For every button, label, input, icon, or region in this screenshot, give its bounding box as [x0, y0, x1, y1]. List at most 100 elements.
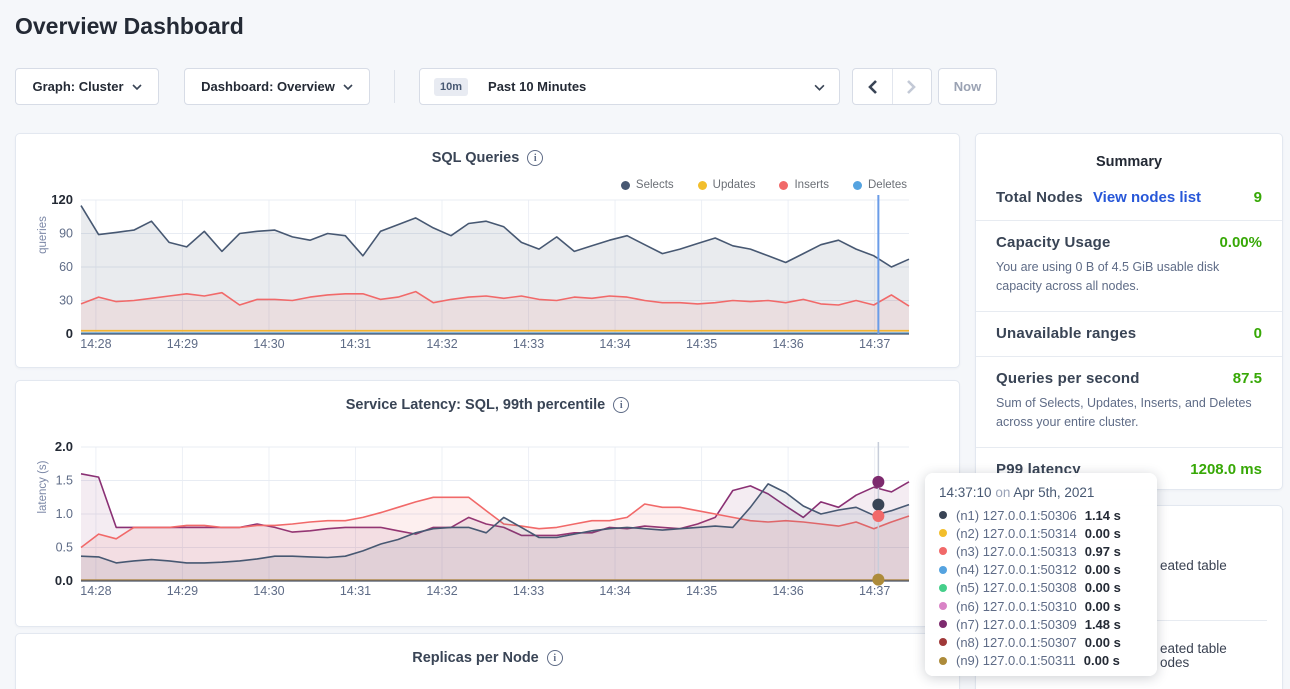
svg-text:14:31: 14:31: [340, 337, 371, 351]
total-nodes-label: Total Nodes: [996, 189, 1083, 206]
svg-text:14:37: 14:37: [859, 584, 890, 598]
legend-color-dot: [853, 181, 862, 190]
svg-text:14:35: 14:35: [686, 337, 717, 351]
chevron-down-icon: [132, 84, 142, 90]
event-item-fragment: eated table: [1160, 641, 1227, 656]
node-latency-value: 1.14 s: [1085, 508, 1121, 523]
node-latency-value: 0.00 s: [1085, 580, 1121, 595]
svg-text:14:33: 14:33: [513, 584, 544, 598]
node-address: (n9) 127.0.0.1:50311: [956, 653, 1076, 668]
node-color-dot: [939, 620, 947, 628]
svg-text:14:29: 14:29: [167, 337, 198, 351]
prev-time-button[interactable]: [853, 69, 893, 104]
dashboard-dropdown[interactable]: Dashboard: Overview: [184, 68, 370, 105]
capacity-description: You are using 0 B of 4.5 GiB usable disk…: [996, 258, 1262, 297]
node-color-dot: [939, 602, 947, 610]
node-latency-value: 0.00 s: [1085, 562, 1121, 577]
qps-value: 87.5: [1233, 370, 1262, 387]
summary-title: Summary: [976, 134, 1282, 176]
tooltip-node-row: (n1) 127.0.0.1:50306 1.14 s: [939, 506, 1143, 524]
tooltip-node-row: (n4) 127.0.0.1:50312 0.00 s: [939, 561, 1143, 579]
legend-item: Inserts: [779, 179, 829, 191]
y-axis-unit-label: queries: [37, 190, 49, 280]
summary-row-unavailable: Unavailable ranges 0: [976, 312, 1282, 357]
tooltip-node-row: (n3) 127.0.0.1:50313 0.97 s: [939, 542, 1143, 560]
svg-text:30: 30: [59, 294, 73, 308]
legend-label: Inserts: [794, 179, 829, 191]
legend-color-dot: [621, 181, 630, 190]
next-time-button[interactable]: [893, 69, 932, 104]
graph-scope-dropdown[interactable]: Graph: Cluster: [15, 68, 159, 105]
svg-text:1.0: 1.0: [56, 507, 73, 521]
capacity-label: Capacity Usage: [996, 234, 1111, 251]
total-nodes-value: 9: [1254, 189, 1262, 206]
info-icon[interactable]: i: [527, 150, 543, 166]
info-icon[interactable]: i: [613, 397, 629, 413]
y-axis-unit-label: latency (s): [37, 442, 49, 532]
chevron-down-icon: [814, 84, 825, 91]
unavailable-ranges-value: 0: [1254, 325, 1262, 342]
legend-color-dot: [779, 181, 788, 190]
unavailable-ranges-label: Unavailable ranges: [996, 325, 1136, 342]
svg-text:1.5: 1.5: [56, 474, 73, 488]
info-icon[interactable]: i: [547, 650, 563, 666]
tooltip-node-list: (n1) 127.0.0.1:50306 1.14 s (n2) 127.0.0…: [939, 506, 1143, 670]
chevron-down-icon: [343, 84, 353, 90]
summary-row-capacity: Capacity Usage 0.00% You are using 0 B o…: [976, 221, 1282, 312]
legend-label: Selects: [636, 179, 674, 191]
tooltip-node-row: (n5) 127.0.0.1:50308 0.00 s: [939, 579, 1143, 597]
node-latency-value: 0.00 s: [1085, 526, 1121, 541]
node-color-dot: [939, 511, 947, 519]
range-label: Past 10 Minutes: [488, 79, 586, 94]
svg-text:14:32: 14:32: [426, 337, 457, 351]
legend-item: Updates: [698, 179, 756, 191]
node-address: (n4) 127.0.0.1:50312: [956, 562, 1077, 577]
node-latency-value: 0.97 s: [1085, 544, 1121, 559]
svg-text:14:30: 14:30: [253, 584, 284, 598]
legend-color-dot: [698, 181, 707, 190]
qps-description: Sum of Selects, Updates, Inserts, and De…: [996, 394, 1262, 433]
chart-hover-tooltip: 14:37:10 on Apr 5th, 2021 (n1) 127.0.0.1…: [925, 473, 1157, 676]
service-latency-card: Service Latency: SQL, 99th percentile i …: [15, 380, 960, 627]
summary-panel: Summary Total Nodes View nodes list 9 Ca…: [975, 133, 1283, 490]
tooltip-timestamp: 14:37:10 on Apr 5th, 2021: [939, 485, 1143, 500]
node-address: (n2) 127.0.0.1:50314: [956, 526, 1077, 541]
sql-queries-legend: Selects Updates Inserts Deletes: [621, 179, 907, 191]
time-range-picker[interactable]: 10m Past 10 Minutes: [419, 68, 840, 105]
chevron-right-icon: [906, 79, 917, 95]
node-color-dot: [939, 529, 947, 537]
service-latency-title: Service Latency: SQL, 99th percentile: [346, 397, 606, 413]
event-item-fragment: eated table: [1160, 558, 1227, 573]
sql-queries-card: SQL Queries i Selects Updates Inserts De…: [15, 133, 960, 368]
node-color-dot: [939, 547, 947, 555]
svg-text:2.0: 2.0: [55, 439, 73, 454]
chevron-left-icon: [867, 79, 878, 95]
svg-text:14:36: 14:36: [772, 337, 803, 351]
replicas-title: Replicas per Node: [412, 650, 539, 666]
tooltip-node-row: (n6) 127.0.0.1:50310 0.00 s: [939, 597, 1143, 615]
view-nodes-list-link[interactable]: View nodes list: [1093, 189, 1201, 206]
node-color-dot: [939, 638, 947, 646]
node-latency-value: 0.00 s: [1085, 599, 1121, 614]
service-latency-chart[interactable]: 14:2814:2914:3014:3114:3214:3314:3414:35…: [66, 438, 909, 606]
svg-text:0: 0: [66, 326, 73, 341]
svg-text:14:35: 14:35: [686, 584, 717, 598]
summary-row-total-nodes: Total Nodes View nodes list 9: [976, 176, 1282, 221]
node-address: (n6) 127.0.0.1:50310: [956, 599, 1077, 614]
legend-label: Deletes: [868, 179, 907, 191]
qps-label: Queries per second: [996, 370, 1140, 387]
time-nav-group: [852, 68, 932, 105]
event-item-fragment: odes: [1160, 655, 1189, 670]
node-address: (n1) 127.0.0.1:50306: [956, 508, 1077, 523]
legend-item: Selects: [621, 179, 674, 191]
sql-queries-chart[interactable]: 14:2814:2914:3014:3114:3214:3314:3414:35…: [66, 191, 909, 359]
now-button[interactable]: Now: [938, 68, 997, 105]
range-badge: 10m: [434, 78, 468, 96]
svg-text:0.0: 0.0: [55, 573, 73, 588]
dashboard-dropdown-label: Dashboard: Overview: [201, 79, 335, 94]
node-color-dot: [939, 566, 947, 574]
svg-text:14:34: 14:34: [599, 337, 630, 351]
svg-text:0.5: 0.5: [56, 541, 73, 555]
node-address: (n8) 127.0.0.1:50307: [956, 635, 1077, 650]
tooltip-node-row: (n7) 127.0.0.1:50309 1.48 s: [939, 615, 1143, 633]
